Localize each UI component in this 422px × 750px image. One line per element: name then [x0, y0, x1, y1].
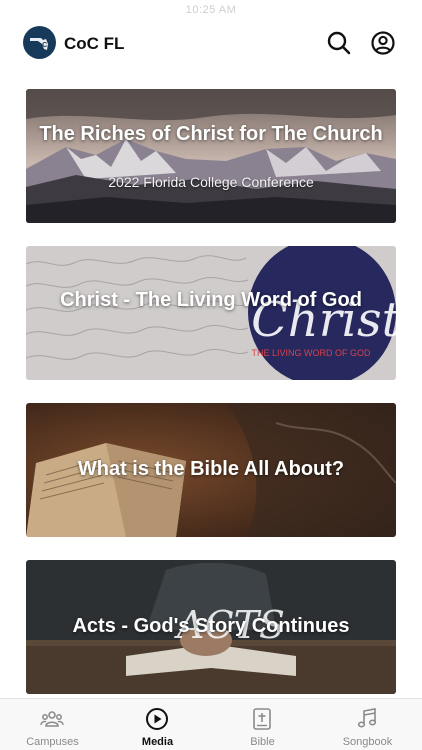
mountain-image [26, 89, 396, 223]
bottom-tab-bar: Campuses Media Bible Songbook [0, 698, 422, 750]
app-title: CoC FL [64, 34, 125, 53]
media-card-christ-living-word[interactable]: Christ THE LIVING WORD OF GOD Christ - T… [26, 246, 396, 380]
tab-label: Songbook [342, 736, 393, 748]
florida-logo-icon: CoC [29, 37, 48, 50]
app-logo[interactable]: CoC [23, 26, 56, 59]
tab-campuses[interactable]: Campuses [0, 699, 105, 750]
media-card-bible-all-about[interactable]: What is the Bible All About? [26, 403, 396, 537]
card-title: What is the Bible All About? [77, 458, 345, 480]
card-subtitle: 2022 Florida College Conference [108, 174, 314, 190]
app-header: CoC CoC FL [0, 24, 422, 64]
card-title: Christ - The Living Word of God [60, 289, 362, 311]
media-card-acts[interactable]: ACTS Acts - God's Story Continues [26, 560, 396, 694]
bible-icon [253, 708, 271, 730]
music-note-icon [357, 708, 377, 728]
profile-icon[interactable] [370, 30, 396, 56]
tab-media[interactable]: Media [105, 699, 210, 750]
status-time: 10:25 AM [185, 4, 237, 16]
tab-bible[interactable]: Bible [210, 699, 315, 750]
christ-art-caption: THE LIVING WORD OF GOD [251, 348, 371, 358]
tab-label: Bible [250, 736, 275, 748]
people-icon [40, 711, 64, 727]
svg-text:CoC: CoC [32, 42, 46, 49]
card-title: Acts - God's Story Continues [72, 615, 350, 637]
search-icon[interactable] [326, 30, 352, 56]
tab-songbook[interactable]: Songbook [315, 699, 420, 750]
play-circle-icon [146, 708, 168, 730]
script-writing-image: Christ THE LIVING WORD OF GOD [26, 246, 396, 380]
tab-label: Campuses [26, 736, 79, 748]
card-title: The Riches of Christ for The Church [39, 123, 383, 145]
media-card-riches-of-christ[interactable]: The Riches of Christ for The Church 2022… [26, 89, 396, 223]
tab-label: Media [141, 736, 174, 748]
